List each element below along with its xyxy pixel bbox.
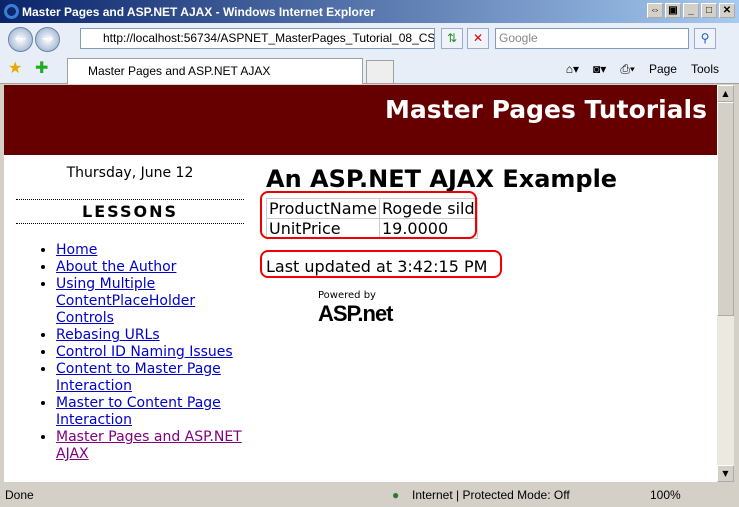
lesson-link[interactable]: Master Pages and ASP.NET AJAX [56, 429, 242, 462]
status-text: Done [5, 488, 34, 502]
page-title: An ASP.NET AJAX Example [266, 165, 618, 193]
lesson-link[interactable]: Control ID Naming Issues [56, 344, 233, 360]
lesson-link[interactable]: Master to Content Page Interaction [56, 395, 221, 428]
new-tab-button[interactable] [366, 60, 394, 84]
globe-icon: ● [392, 488, 400, 502]
aspnet-logo: ASP.net [318, 301, 394, 326]
address-bar[interactable]: http://localhost:56734/ASPNET_MasterPage… [80, 28, 435, 49]
minimize-button[interactable]: _ [683, 3, 699, 18]
main-content: An ASP.NET AJAX Example ProductName Roged… [266, 165, 617, 327]
popup-icon[interactable]: ▣ [665, 3, 681, 18]
scroll-thumb[interactable] [717, 102, 734, 316]
security-zone[interactable]: Internet | Protected Mode: Off [412, 485, 570, 505]
lesson-link[interactable]: Content to Master Page Interaction [56, 361, 221, 394]
search-icon[interactable]: ⚲ [694, 28, 716, 49]
current-date: Thursday, June 12 [66, 165, 194, 181]
search-input[interactable]: Google [495, 28, 689, 49]
restore-icon[interactable]: ⇔ [647, 3, 663, 18]
status-bar: Done ● Internet | Protected Mode: Off 10… [0, 484, 739, 507]
site-header: Master Pages Tutorials [4, 85, 717, 155]
stop-button[interactable]: ✕ [467, 28, 489, 49]
powered-by-aspnet-logo: Powered by ASP.net [318, 290, 617, 327]
refresh-button[interactable]: ⇅ [441, 28, 463, 49]
page-menu[interactable]: Page [649, 62, 677, 77]
vertical-scrollbar[interactable]: ▲ ▼ [717, 85, 734, 482]
zoom-level[interactable]: 100% [650, 485, 681, 505]
powered-by-text: Powered by [318, 290, 376, 301]
tab-bar: ★ ✚ Master Pages and ASP.NET AJAX ⌂▾ ◙▾ ⎙▾… [0, 55, 739, 84]
back-button[interactable]: ← [8, 27, 33, 52]
lesson-link[interactable]: About the Author [56, 259, 176, 275]
add-favorite-icon[interactable]: ✚ [35, 58, 48, 77]
window-title: Master Pages and ASP.NET AJAX - Windows … [22, 4, 375, 19]
lesson-link[interactable]: Using Multiple ContentPlaceHolder Contro… [56, 276, 195, 326]
home-icon[interactable]: ⌂▾ [566, 62, 579, 77]
lesson-link[interactable]: Rebasing URLs [56, 327, 160, 343]
feeds-icon[interactable]: ◙▾ [593, 62, 606, 77]
lessons-list: Home About the Author Using Multiple Con… [56, 242, 244, 463]
print-icon[interactable]: ⎙▾ [620, 62, 635, 77]
forward-button[interactable]: → [35, 27, 60, 52]
tab-active[interactable]: Master Pages and ASP.NET AJAX [67, 58, 363, 84]
web-page: Master Pages Tutorials Thursday, June 12… [4, 85, 717, 482]
sidebar: Thursday, June 12 LESSONS Home About the… [16, 165, 244, 463]
tools-menu[interactable]: Tools [691, 62, 719, 77]
maximize-button[interactable]: □ [701, 3, 717, 18]
scroll-up-icon[interactable]: ▲ [717, 85, 734, 102]
lessons-heading: LESSONS [16, 199, 244, 224]
navigation-bar: ← → http://localhost:56734/ASPNET_Master… [0, 23, 739, 55]
favorites-star-icon[interactable]: ★ [8, 58, 22, 77]
highlight-box [260, 250, 502, 278]
highlight-box [260, 191, 477, 239]
title-bar: Master Pages and ASP.NET AJAX - Windows … [0, 0, 739, 23]
ie-logo-icon [4, 4, 19, 19]
close-button[interactable]: ✕ [719, 3, 735, 18]
lesson-link[interactable]: Home [56, 242, 97, 258]
scroll-down-icon[interactable]: ▼ [717, 465, 734, 482]
